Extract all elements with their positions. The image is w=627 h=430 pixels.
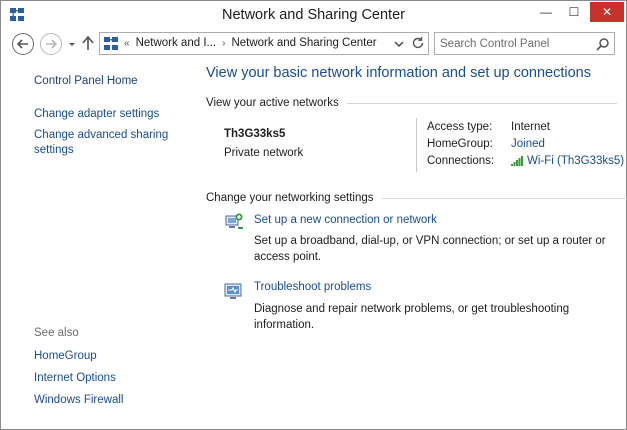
change-advanced-sharing-settings-link[interactable]: Change advanced sharing settings (34, 128, 184, 158)
network-type[interactable]: Private network (224, 147, 303, 159)
network-location-icon (104, 37, 118, 50)
active-networks-section-header: View your active networks (206, 97, 617, 109)
homegroup-joined-link[interactable]: Joined (511, 138, 545, 150)
active-networks-label: View your active networks (206, 97, 339, 109)
new-connection-icon[interactable] (224, 212, 244, 232)
breadcrumb: « Network and I... › Network and Sharing… (124, 37, 377, 49)
see-also-heading: See also (34, 327, 79, 339)
control-panel-home-link[interactable]: Control Panel Home (34, 74, 138, 89)
homegroup-status: Joined (511, 138, 545, 150)
search-input[interactable] (435, 33, 590, 54)
change-settings-section-header: Change your networking settings (206, 192, 627, 204)
connections-value: Wi-Fi (Th3G33ks5) (511, 155, 624, 167)
title-bar: Network and Sharing Center — ☐ ✕ (1, 1, 626, 31)
main-content: View your basic network information and … (196, 61, 627, 429)
homegroup-label: HomeGroup: (427, 138, 493, 150)
see-also-homegroup-link[interactable]: HomeGroup (34, 349, 97, 364)
maximize-icon: ☐ (568, 5, 580, 19)
address-dropdown-chevron-icon[interactable] (394, 40, 404, 48)
up-arrow-icon[interactable] (81, 35, 95, 51)
breadcrumb-item-network-and-internet[interactable]: Network and I... (136, 37, 217, 49)
task-pane: Control Panel Home Change adapter settin… (1, 61, 196, 429)
network-name: Th3G33ks5 (224, 128, 286, 140)
arrow-right-icon (46, 39, 57, 49)
see-also-windows-firewall-link[interactable]: Windows Firewall (34, 393, 123, 408)
section-divider (346, 102, 617, 104)
change-settings-label: Change your networking settings (206, 192, 374, 204)
search-box[interactable] (434, 32, 615, 55)
breadcrumb-overflow[interactable]: « (124, 38, 130, 49)
access-type-label: Access type: (427, 121, 493, 133)
vertical-divider (416, 118, 417, 172)
back-button[interactable] (12, 33, 34, 55)
wifi-signal-icon (511, 156, 523, 166)
minimize-icon: — (540, 5, 552, 19)
breadcrumb-item-network-sharing-center[interactable]: Network and Sharing Center (231, 37, 376, 49)
access-type-value: Internet (511, 121, 550, 133)
close-icon: ✕ (601, 5, 613, 19)
maximize-button[interactable]: ☐ (561, 2, 587, 22)
search-icon[interactable] (596, 37, 610, 51)
address-bar[interactable]: « Network and I... › Network and Sharing… (99, 32, 429, 55)
change-adapter-settings-link[interactable]: Change adapter settings (34, 107, 159, 122)
close-button[interactable]: ✕ (590, 2, 624, 22)
wifi-connection-link[interactable]: Wi-Fi (Th3G33ks5) (527, 155, 624, 167)
page-title: View your basic network information and … (206, 65, 592, 81)
recent-locations-chevron-icon[interactable] (67, 39, 77, 49)
minimize-button[interactable]: — (533, 2, 559, 22)
setup-new-connection-description: Set up a broadband, dial-up, or VPN conn… (254, 235, 606, 263)
see-also-internet-options-link[interactable]: Internet Options (34, 371, 116, 386)
refresh-icon[interactable] (411, 36, 425, 50)
connections-label: Connections: (427, 155, 495, 167)
forward-button[interactable] (40, 33, 62, 55)
breadcrumb-separator[interactable]: › (222, 38, 225, 49)
window: Network and Sharing Center — ☐ ✕ « Netwo… (0, 0, 627, 430)
arrow-left-icon (17, 39, 28, 49)
navigation-bar: « Network and I... › Network and Sharing… (1, 31, 626, 61)
troubleshoot-icon[interactable] (224, 281, 244, 301)
troubleshoot-problems-description: Diagnose and repair network problems, or… (254, 303, 570, 331)
section-divider (381, 197, 627, 199)
setup-new-connection-link[interactable]: Set up a new connection or network (254, 214, 437, 226)
troubleshoot-problems-link[interactable]: Troubleshoot problems (254, 281, 371, 293)
